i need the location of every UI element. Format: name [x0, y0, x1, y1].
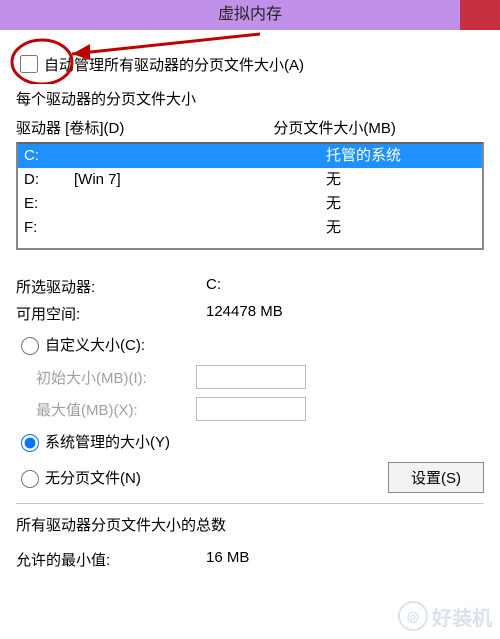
custom-size-radio[interactable] — [21, 337, 39, 355]
drive-size: 托管的系统 — [326, 144, 476, 168]
drive-row[interactable]: D:[Win 7]无 — [18, 168, 482, 192]
min-allowed-value: 16 MB — [206, 549, 249, 570]
max-size-label: 最大值(MB)(X): — [36, 399, 196, 420]
close-button[interactable] — [460, 0, 500, 30]
drive-letter: D: — [24, 168, 74, 192]
drive-letter: C: — [24, 144, 74, 168]
watermark-icon: ◎ — [398, 601, 428, 631]
totals-label: 所有驱动器分页文件大小的总数 — [16, 514, 484, 535]
drive-row[interactable]: F: 无 — [18, 216, 482, 240]
drive-size: 无 — [326, 216, 476, 240]
set-button[interactable]: 设置(S) — [388, 462, 484, 493]
auto-manage-checkbox[interactable] — [20, 55, 38, 73]
initial-size-input — [196, 365, 306, 389]
drive-row[interactable]: E: 无 — [18, 192, 482, 216]
initial-size-label: 初始大小(MB)(I): — [36, 367, 196, 388]
auto-manage-label: 自动管理所有驱动器的分页文件大小(A) — [44, 54, 304, 75]
no-paging-radio[interactable] — [21, 470, 39, 488]
drive-label: [Win 7] — [74, 168, 326, 192]
system-managed-label: 系统管理的大小(Y) — [45, 431, 170, 452]
separator — [16, 503, 484, 504]
drive-label — [74, 144, 326, 168]
window-title: 虚拟内存 — [218, 6, 282, 23]
watermark: ◎ 好装机 — [398, 601, 492, 631]
max-size-input — [196, 397, 306, 421]
drive-letter: F: — [24, 216, 74, 240]
no-paging-label: 无分页文件(N) — [45, 467, 141, 488]
selected-drive-value: C: — [206, 276, 221, 297]
drive-list[interactable]: C:托管的系统D:[Win 7]无E:无F:无 — [16, 142, 484, 250]
drive-letter: E: — [24, 192, 74, 216]
free-space-label: 可用空间: — [16, 303, 206, 324]
title-bar: 虚拟内存 — [0, 0, 500, 30]
drive-label — [74, 216, 326, 240]
watermark-text: 好装机 — [432, 602, 492, 631]
selected-drive-label: 所选驱动器: — [16, 276, 206, 297]
drive-label — [74, 192, 326, 216]
per-drive-label: 每个驱动器的分页文件大小 — [16, 88, 484, 109]
min-allowed-label: 允许的最小值: — [16, 549, 206, 570]
drive-size: 无 — [326, 192, 476, 216]
system-managed-radio[interactable] — [21, 434, 39, 452]
free-space-value: 124478 MB — [206, 303, 283, 324]
column-headers: 驱动器 [卷标](D) 分页文件大小(MB) — [16, 117, 484, 138]
column-size: 分页文件大小(MB) — [273, 117, 484, 138]
drive-row[interactable]: C: 托管的系统 — [18, 144, 482, 168]
custom-size-label: 自定义大小(C): — [45, 334, 145, 355]
column-drive: 驱动器 [卷标](D) — [16, 117, 273, 138]
drive-size: 无 — [326, 168, 476, 192]
